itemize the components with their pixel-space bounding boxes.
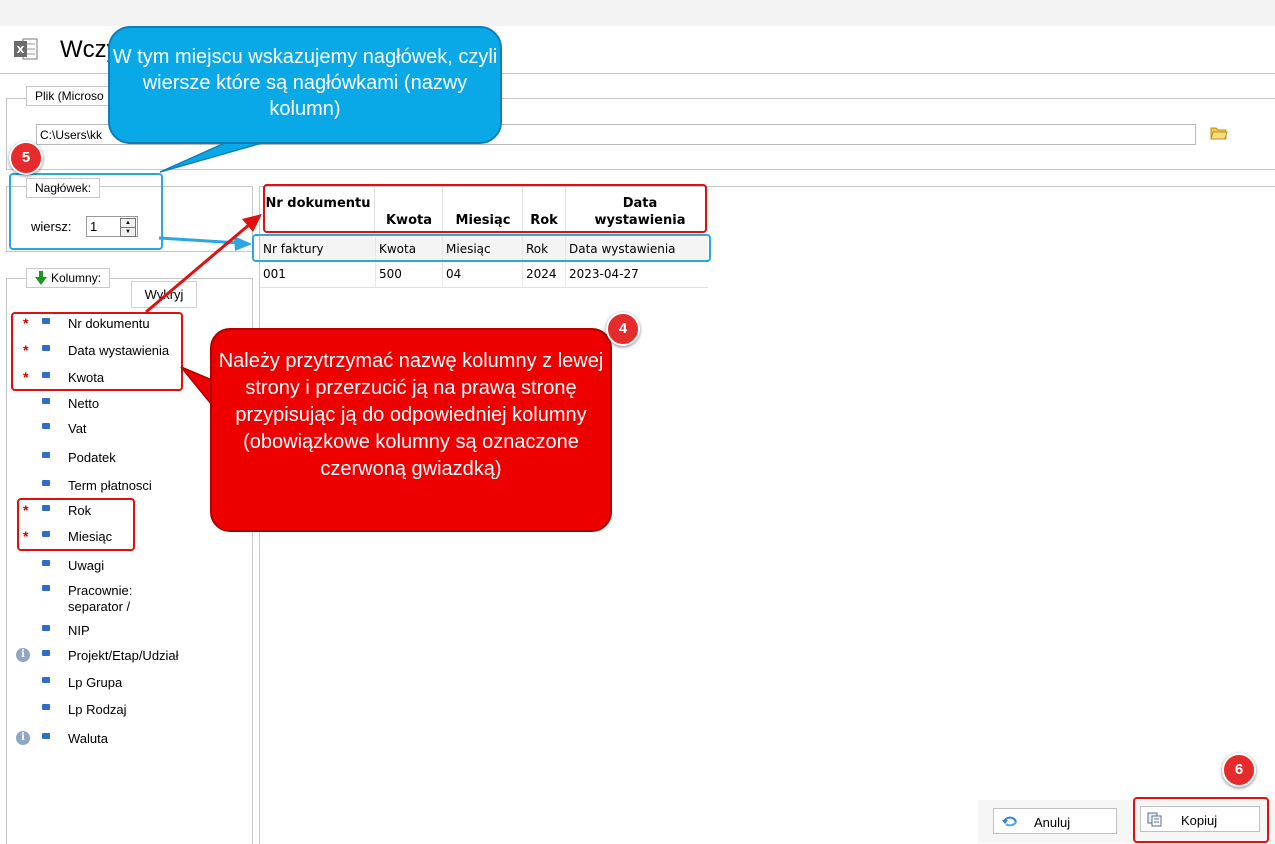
column-item-label: Waluta	[68, 731, 108, 746]
column-icon	[42, 677, 50, 683]
column-item-label: Vat	[68, 421, 87, 436]
table-cell: 2024	[526, 267, 557, 281]
mapped-header-highlight	[263, 184, 707, 233]
column-item-label: Pracownie: separator /	[68, 583, 133, 614]
column-item-label: Netto	[68, 396, 100, 411]
step-badge-4: 4	[606, 312, 640, 346]
table-row[interactable]: 001 500 04 2024 2023-04-27	[260, 237, 708, 288]
cancel-button-label: Anuluj	[1034, 815, 1071, 830]
column-item-label: NIP	[68, 623, 90, 638]
header-group-highlight	[9, 173, 163, 250]
excel-icon: X	[14, 38, 38, 60]
column-item-label: Term płatnosci	[68, 478, 152, 493]
column-icon	[42, 398, 50, 404]
table-cell: 2023-04-27	[569, 267, 639, 281]
column-icon	[42, 704, 50, 710]
column-item-label: Uwagi	[68, 558, 105, 573]
arrow-down-icon	[35, 271, 47, 285]
folder-open-icon[interactable]	[1210, 125, 1228, 141]
header-callout: W tym miejscu wskazujemy nagłówek, czyli…	[108, 26, 502, 144]
date-columns-highlight	[17, 498, 135, 551]
step-badge-5: 5	[9, 141, 43, 175]
table-cell: 500	[379, 267, 402, 281]
table-cell: 001	[263, 267, 286, 281]
required-columns-highlight	[11, 312, 183, 391]
column-item-label: Projekt/Etap/Udział	[68, 648, 179, 663]
column-item-label: Lp Rodzaj	[68, 702, 127, 717]
column-icon	[42, 625, 50, 631]
window-top-bar	[0, 0, 1275, 26]
table-cell: 04	[446, 267, 462, 281]
svg-text:X: X	[17, 45, 25, 56]
column-item-label: Podatek	[68, 450, 116, 465]
copy-button-highlight	[1133, 797, 1269, 843]
column-icon	[42, 452, 50, 458]
column-item-label: Lp Grupa	[68, 675, 123, 690]
detect-button[interactable]: Wykryj	[131, 281, 197, 308]
column-icon	[42, 480, 50, 486]
file-header-highlight	[252, 234, 711, 262]
column-icon	[42, 733, 50, 739]
cancel-button[interactable]: Anuluj	[993, 808, 1117, 834]
column-icon	[42, 423, 50, 429]
step-badge-6: 6	[1222, 753, 1256, 787]
column-icon	[42, 650, 50, 656]
columns-callout: Należy przytrzymać nazwę kolumny z lewej…	[210, 328, 612, 532]
undo-icon	[1002, 816, 1017, 827]
column-icon	[42, 560, 50, 566]
info-icon[interactable]: i	[16, 731, 30, 745]
info-icon[interactable]: i	[16, 648, 30, 662]
column-icon	[42, 585, 50, 591]
file-group-legend: Plik (Microso	[26, 86, 113, 106]
